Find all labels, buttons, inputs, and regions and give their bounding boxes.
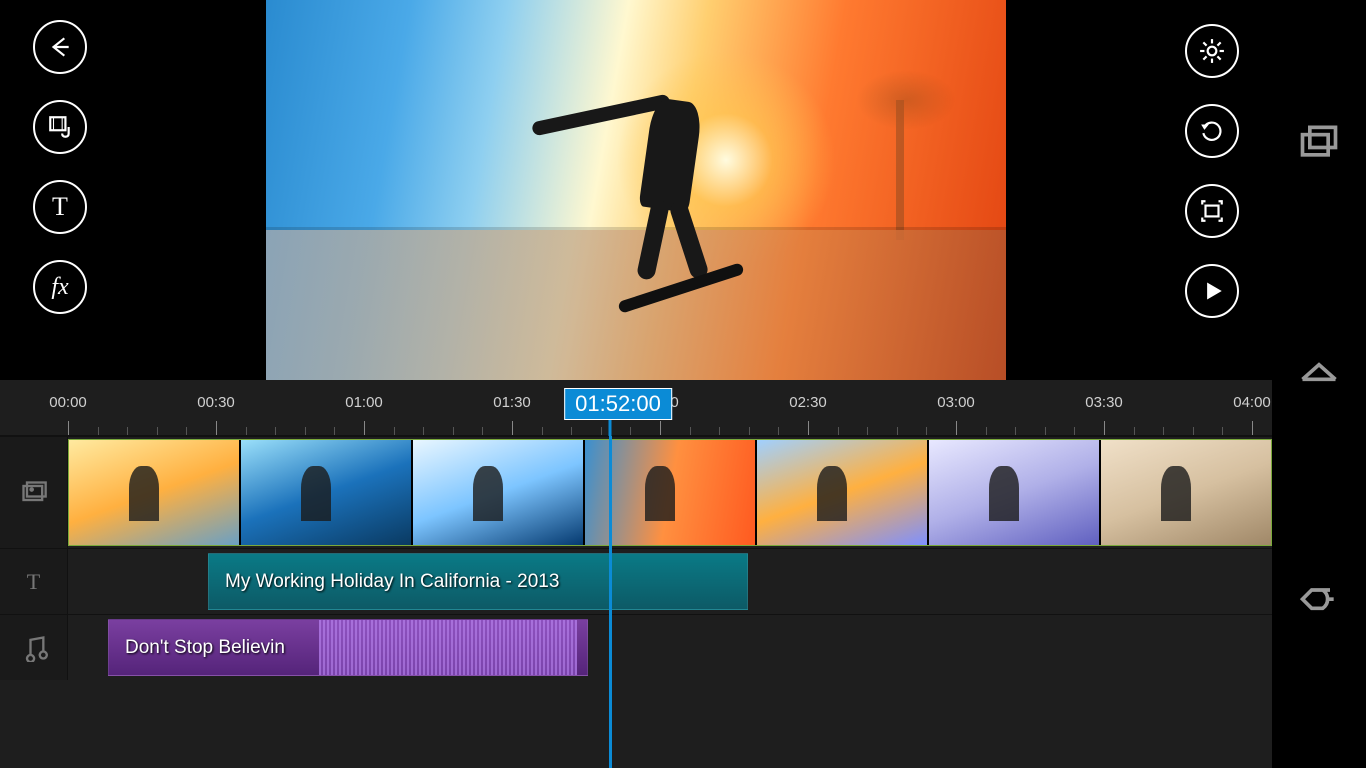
video-clip[interactable] xyxy=(241,440,411,545)
gear-icon xyxy=(1199,38,1225,64)
media-button[interactable] xyxy=(33,100,87,154)
playhead-time[interactable]: 01:52:00 xyxy=(564,388,672,420)
ruler-tick: 01:00 xyxy=(345,394,383,411)
fx-icon: fx xyxy=(51,274,68,301)
video-clip[interactable] xyxy=(929,440,1099,545)
play-icon xyxy=(1199,278,1225,304)
palm-silhouette xyxy=(826,40,976,240)
ruler-tick: 01:30 xyxy=(493,394,531,411)
ruler-tick: 03:00 xyxy=(937,394,975,411)
video-track-head[interactable] xyxy=(0,437,68,548)
audio-track-body[interactable]: Don't Stop Believin xyxy=(68,615,1272,680)
video-clip[interactable] xyxy=(757,440,927,545)
image-stack-icon xyxy=(20,479,48,507)
video-preview[interactable] xyxy=(266,0,1006,380)
timeline: 01:52:00 00:0000:3001:0001:3002:0002:300… xyxy=(0,380,1272,768)
video-clip[interactable] xyxy=(413,440,583,545)
ruler-tick: 02:30 xyxy=(789,394,827,411)
home-button[interactable] xyxy=(1297,350,1341,399)
home-icon xyxy=(1297,350,1341,394)
skater-figure xyxy=(566,60,786,320)
preview-container xyxy=(120,0,1152,380)
audio-track-head[interactable] xyxy=(0,615,68,680)
android-nav-bar xyxy=(1272,0,1366,768)
ruler-tick: 04:00 xyxy=(1233,394,1271,411)
text-icon: T xyxy=(27,569,40,595)
audio-clip[interactable]: Don't Stop Believin xyxy=(108,619,588,676)
text-button[interactable]: T xyxy=(33,180,87,234)
recent-apps-button[interactable] xyxy=(1297,120,1341,169)
waveform xyxy=(319,620,577,675)
arrow-left-icon xyxy=(47,34,73,60)
system-back-icon xyxy=(1297,579,1341,623)
back-button[interactable] xyxy=(33,20,87,74)
right-toolbar xyxy=(1152,0,1272,380)
text-icon: T xyxy=(52,192,68,222)
video-clip[interactable] xyxy=(69,440,239,545)
title-track-head[interactable]: T xyxy=(0,549,68,614)
tracks-container: T My Working Holiday In California - 201… xyxy=(0,436,1272,768)
music-note-icon xyxy=(20,634,48,662)
ruler-tick: 00:00 xyxy=(49,394,87,411)
audio-clip-label: Don't Stop Believin xyxy=(125,637,285,659)
audio-track: Don't Stop Believin xyxy=(0,614,1272,680)
video-clip[interactable] xyxy=(1101,440,1271,545)
video-clip[interactable] xyxy=(585,440,755,545)
ruler-tick: 03:30 xyxy=(1085,394,1123,411)
playhead-stem xyxy=(609,420,612,436)
video-track-body[interactable] xyxy=(68,437,1272,548)
undo-icon xyxy=(1199,118,1225,144)
undo-button[interactable] xyxy=(1185,104,1239,158)
left-toolbar: T fx xyxy=(0,0,120,380)
title-track-body[interactable]: My Working Holiday In California - 2013 xyxy=(68,549,1272,614)
fullscreen-icon xyxy=(1199,198,1225,224)
settings-button[interactable] xyxy=(1185,24,1239,78)
film-music-icon xyxy=(47,114,73,140)
recent-apps-icon xyxy=(1297,120,1341,164)
video-strip[interactable] xyxy=(68,439,1272,546)
title-track: T My Working Holiday In California - 201… xyxy=(0,548,1272,614)
fullscreen-button[interactable] xyxy=(1185,184,1239,238)
timeline-ruler[interactable]: 01:52:00 00:0000:3001:0001:3002:0002:300… xyxy=(0,380,1272,436)
title-clip-label: My Working Holiday In California - 2013 xyxy=(225,571,559,593)
play-button[interactable] xyxy=(1185,264,1239,318)
preview-row: T fx xyxy=(0,0,1272,380)
ruler-tick: 00:30 xyxy=(197,394,235,411)
video-track xyxy=(0,436,1272,548)
title-clip[interactable]: My Working Holiday In California - 2013 xyxy=(208,553,748,610)
system-back-button[interactable] xyxy=(1297,579,1341,628)
fx-button[interactable]: fx xyxy=(33,260,87,314)
